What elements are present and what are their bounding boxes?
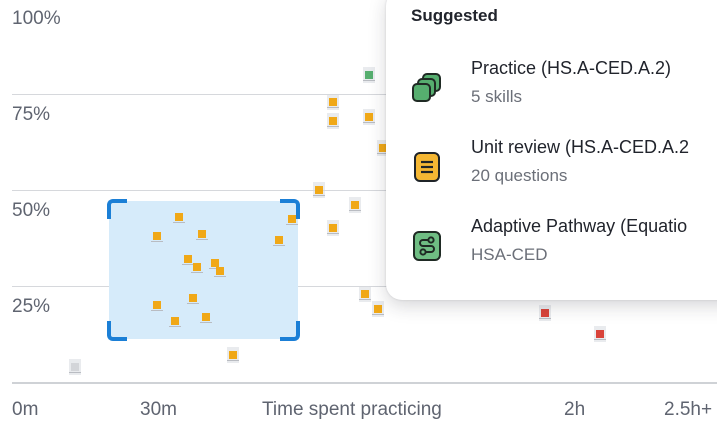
suggestion-adaptive-pathway[interactable]: Adaptive Pathway (Equatio HSA-CED xyxy=(411,216,717,276)
data-point[interactable] xyxy=(349,197,362,214)
unit-review-icon xyxy=(414,152,440,182)
x-axis-line xyxy=(12,382,717,384)
suggestion-title: Unit review (HS.A-CED.A.2 xyxy=(471,137,690,157)
data-point[interactable] xyxy=(326,93,339,110)
data-point[interactable] xyxy=(326,220,339,237)
suggestion-title: Practice (HS.A-CED.A.2) xyxy=(471,58,672,78)
selection-handle-top-left[interactable] xyxy=(107,199,127,219)
x-tick-label: 2.5h+ xyxy=(664,399,713,420)
data-point[interactable] xyxy=(227,347,240,364)
data-point[interactable] xyxy=(191,258,204,275)
data-point[interactable] xyxy=(168,312,181,329)
data-point[interactable] xyxy=(213,262,226,279)
selection-handle-bottom-right[interactable] xyxy=(280,321,300,341)
data-point[interactable] xyxy=(363,109,376,126)
data-point[interactable] xyxy=(286,210,299,227)
suggested-popover: Suggested Practice (HS.A-CED.A.2) 5 skil… xyxy=(386,0,717,300)
data-point[interactable] xyxy=(593,326,606,342)
data-point[interactable] xyxy=(313,182,326,198)
adaptive-pathway-icon xyxy=(413,231,441,261)
x-tick-label: 30m xyxy=(140,399,177,420)
y-tick-label: 25% xyxy=(12,296,51,317)
x-axis-title: Time spent practicing xyxy=(262,399,442,420)
y-tick-label: 75% xyxy=(12,104,51,125)
suggestion-unit-review[interactable]: Unit review (HS.A-CED.A.2 20 questions xyxy=(411,137,717,197)
data-point[interactable] xyxy=(173,208,186,225)
data-point[interactable] xyxy=(200,308,213,325)
suggestion-subtitle: 5 skills xyxy=(471,87,523,106)
data-point[interactable] xyxy=(363,66,376,83)
suggestion-subtitle: HSA-CED xyxy=(471,245,548,264)
data-point[interactable] xyxy=(372,301,385,318)
data-point[interactable] xyxy=(195,226,208,243)
practice-stack-icon xyxy=(412,73,441,102)
x-tick-label: 0m xyxy=(12,399,39,420)
data-point[interactable] xyxy=(358,285,371,302)
suggestion-subtitle: 20 questions xyxy=(471,166,568,185)
data-point[interactable] xyxy=(69,358,82,375)
selection-handle-bottom-left[interactable] xyxy=(107,321,127,341)
data-point[interactable] xyxy=(182,251,195,268)
x-tick-label: 2h xyxy=(564,399,586,420)
data-point[interactable] xyxy=(186,289,199,306)
popover-title: Suggested xyxy=(411,6,498,25)
suggestion-practice[interactable]: Practice (HS.A-CED.A.2) 5 skills xyxy=(411,58,717,118)
data-point[interactable] xyxy=(150,228,163,245)
data-point[interactable] xyxy=(272,231,285,248)
data-point[interactable] xyxy=(539,304,552,321)
y-tick-label: 50% xyxy=(12,200,51,221)
data-point[interactable] xyxy=(326,112,339,129)
data-point[interactable] xyxy=(150,297,163,314)
y-tick-label: 100% xyxy=(12,8,61,29)
suggestion-title: Adaptive Pathway (Equatio xyxy=(471,216,688,236)
